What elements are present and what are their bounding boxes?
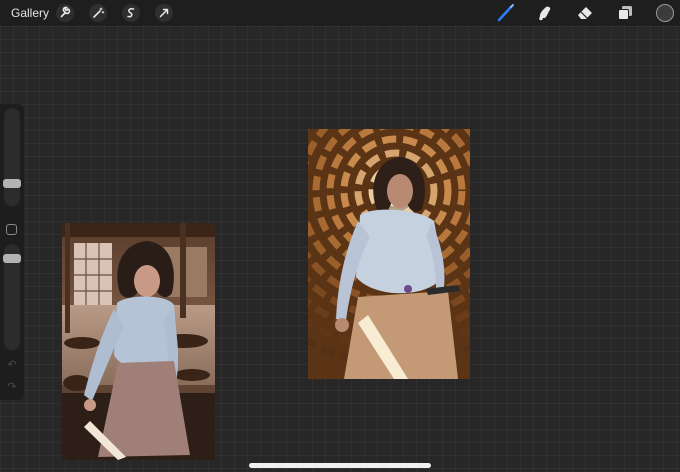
- layers-icon[interactable]: [615, 3, 635, 23]
- undo-icon[interactable]: ↶: [5, 358, 19, 372]
- brush-icon[interactable]: [496, 3, 516, 23]
- wrench-icon[interactable]: [55, 3, 75, 23]
- home-indicator[interactable]: [249, 463, 431, 468]
- redo-icon[interactable]: ↷: [5, 380, 19, 394]
- illustrated-artwork-image: [308, 129, 470, 379]
- transform-arrow-icon[interactable]: [154, 3, 174, 23]
- eraser-icon[interactable]: [575, 3, 595, 23]
- reference-photo-canvas[interactable]: [62, 223, 215, 460]
- illustrated-artwork-canvas[interactable]: [308, 129, 470, 379]
- brush-size-thumb[interactable]: [3, 179, 21, 188]
- reference-photo-image: [62, 223, 215, 460]
- smudge-icon[interactable]: [535, 3, 555, 23]
- gallery-button[interactable]: Gallery: [11, 6, 49, 20]
- opacity-thumb[interactable]: [3, 254, 21, 263]
- opacity-slider[interactable]: [3, 244, 21, 350]
- selection-icon[interactable]: [121, 3, 141, 23]
- top-toolbar: Gallery: [0, 0, 680, 26]
- modify-square-icon[interactable]: [6, 224, 17, 235]
- color-picker-button[interactable]: [656, 4, 674, 22]
- sidebar-controls: ↶ ↷: [0, 104, 24, 400]
- brush-size-slider[interactable]: [3, 108, 21, 206]
- magic-wand-icon[interactable]: [88, 3, 108, 23]
